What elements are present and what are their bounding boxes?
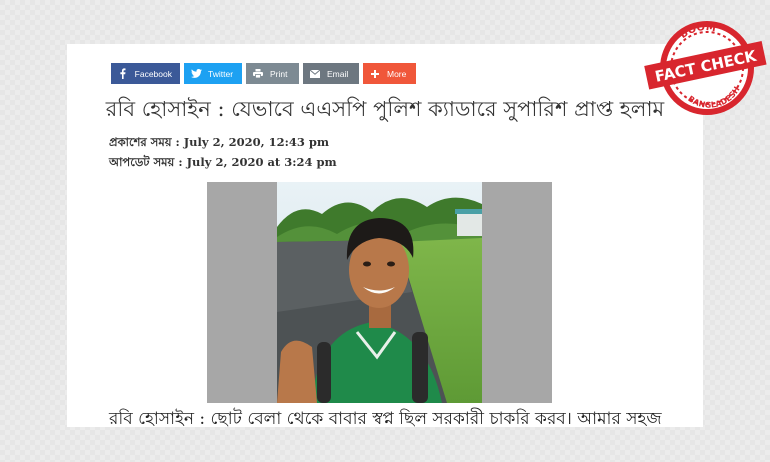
twitter-icon <box>190 69 202 78</box>
plus-icon <box>369 69 381 78</box>
print-label: Print <box>270 68 288 79</box>
article-headline: রবি হোসাইন : যেভাবে এএসপি পুলিশ ক্যাডারে… <box>105 97 665 121</box>
updated-date: আপডেট সময় : July 2, 2020 at 3:24 pm <box>109 155 337 169</box>
share-bar: Facebook Twitter Print Email More <box>111 63 416 84</box>
twitter-label: Twitter <box>208 68 234 79</box>
facebook-icon <box>117 68 129 79</box>
print-button[interactable]: Print <box>246 63 299 84</box>
printer-icon <box>252 69 264 78</box>
article-card: Facebook Twitter Print Email More রবি হো… <box>67 44 703 427</box>
facebook-label: Facebook <box>134 68 172 79</box>
more-share-button[interactable]: More <box>363 63 416 84</box>
facebook-share-button[interactable]: Facebook <box>111 63 180 84</box>
article-photo <box>277 182 482 403</box>
boom-fact-check-badge: BOOM FACT CHECK BANGLADESH <box>644 8 768 120</box>
more-label: More <box>387 68 407 79</box>
published-date: প্রকাশের সময় : July 2, 2020, 12:43 pm <box>109 135 330 149</box>
email-share-button[interactable]: Email <box>303 63 359 84</box>
twitter-share-button[interactable]: Twitter <box>184 63 242 84</box>
email-label: Email <box>327 68 349 79</box>
envelope-icon <box>309 69 321 78</box>
article-image-frame <box>207 182 552 403</box>
article-body-text: রবি হোসাইন : ছোট বেলা থেকে বাবার স্বপ্ন … <box>109 409 662 427</box>
